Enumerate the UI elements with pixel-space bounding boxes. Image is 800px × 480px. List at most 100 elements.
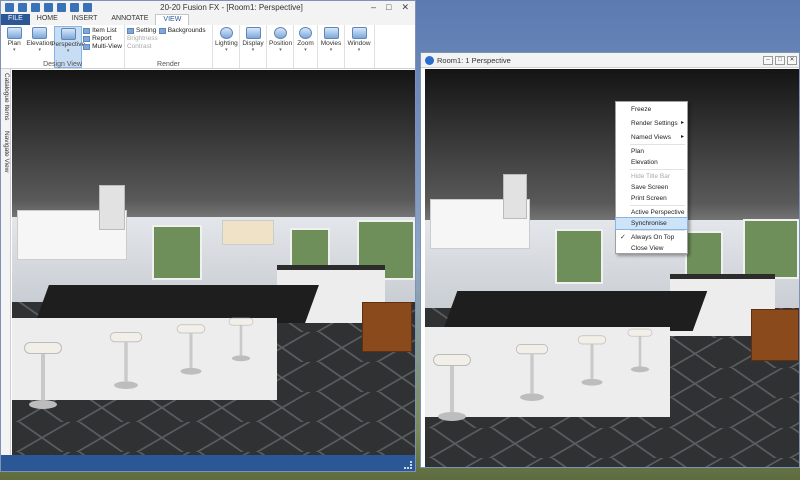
- zoom-button[interactable]: Zoom ▾: [296, 26, 315, 68]
- main-app-window: 20-20 Fusion FX - [Room1: Perspective] –…: [0, 0, 416, 472]
- plan-icon: [6, 27, 22, 39]
- window-icon: [351, 27, 367, 39]
- magnifier-icon: [299, 27, 312, 39]
- menu-item-render-settings[interactable]: Render Settings ▸: [616, 118, 687, 129]
- chevron-down-icon: ▾: [225, 47, 228, 53]
- close-button[interactable]: ✕: [401, 2, 409, 13]
- report-icon: [83, 35, 91, 42]
- side-panel-tabs: Catalogue Items Navigate View: [1, 69, 11, 455]
- backgrounds-button[interactable]: Backgrounds: [158, 27, 206, 34]
- zoom-group: Zoom ▾: [294, 25, 318, 68]
- menu-separator: [630, 169, 685, 170]
- contrast-slider[interactable]: Contrast: [127, 43, 158, 50]
- kitchen-render: [425, 69, 799, 467]
- render-group-label: Render: [157, 61, 180, 68]
- navigate-view-tab[interactable]: Navigate View: [2, 131, 10, 172]
- chevron-down-icon: ▾: [251, 47, 255, 53]
- movies-group: Movies ▾: [318, 25, 345, 68]
- submenu-arrow-icon: ▸: [680, 134, 684, 140]
- menu-item-always-on-top[interactable]: ✓ Always On Top: [616, 232, 687, 243]
- checkmark-icon: ✓: [620, 234, 626, 241]
- main-perspective-viewport[interactable]: [12, 70, 415, 456]
- multi-view-button[interactable]: Multi-View: [83, 43, 122, 50]
- perspective-view-window: Room1: 1 Perspective – □ ✕: [420, 52, 800, 468]
- chevron-down-icon: ▾: [357, 47, 361, 53]
- window-title: 20-20 Fusion FX - [Room1: Perspective]: [160, 3, 303, 12]
- menu-item-freeze[interactable]: Freeze: [616, 104, 687, 115]
- submenu-arrow-icon: ▸: [680, 120, 684, 126]
- chevron-down-icon: ▾: [38, 47, 42, 53]
- quick-access-toolbar: [1, 3, 92, 12]
- position-button[interactable]: Position ▾: [269, 26, 292, 68]
- position-group: Position ▾: [267, 25, 294, 68]
- report-button[interactable]: Report: [83, 35, 122, 42]
- menu-item-active-perspective[interactable]: Active Perspective: [616, 207, 687, 218]
- app-logo-icon[interactable]: [5, 3, 14, 12]
- display-group: Display ▾: [240, 25, 267, 68]
- resize-grip-icon[interactable]: [404, 461, 412, 469]
- view-window-title: Room1: 1 Perspective: [437, 55, 511, 65]
- setting-button[interactable]: Setting: [127, 27, 158, 34]
- bar-stool: [515, 344, 549, 401]
- view-close-button[interactable]: ✕: [787, 55, 797, 65]
- menu-item-hide-title-bar[interactable]: Hide Title Bar: [616, 171, 687, 182]
- menu-separator: [630, 205, 685, 206]
- elevation-icon: [32, 27, 48, 39]
- lighting-group: Lighting ▾: [213, 25, 240, 68]
- new-file-icon[interactable]: [57, 3, 66, 12]
- tab-file[interactable]: FILE: [1, 14, 30, 25]
- tab-home[interactable]: HOME: [30, 14, 65, 25]
- chevron-down-icon: ▾: [66, 48, 70, 54]
- position-icon: [274, 27, 288, 39]
- render-group: Setting Brightness Contrast Backgrounds …: [125, 25, 213, 68]
- bar-stool: [109, 332, 143, 389]
- monitor-icon: [245, 27, 261, 39]
- redo-icon[interactable]: [44, 3, 53, 12]
- save-icon[interactable]: [18, 3, 27, 12]
- maximize-button[interactable]: □: [386, 2, 391, 13]
- menu-separator: [630, 230, 685, 231]
- menu-item-synchronise[interactable]: Synchronise: [615, 217, 688, 230]
- design-view-group: Plan ▾ Elevation ▾ Perspective ▾ Item Li…: [1, 25, 125, 68]
- movies-button[interactable]: Movies ▾: [320, 26, 342, 68]
- catalogue-items-tab[interactable]: Catalogue Items: [2, 73, 10, 120]
- design-view-group-label: Design View: [43, 61, 82, 68]
- window-button[interactable]: Window ▾: [347, 26, 371, 68]
- camera-icon: [323, 27, 339, 39]
- menu-item-plan[interactable]: Plan: [616, 146, 687, 157]
- status-bar: [1, 455, 415, 471]
- tab-view[interactable]: VIEW: [155, 14, 190, 25]
- view-window-title-bar[interactable]: Room1: 1 Perspective – □ ✕: [421, 53, 799, 68]
- title-bar: 20-20 Fusion FX - [Room1: Perspective] –…: [1, 1, 415, 14]
- undo-icon[interactable]: [31, 3, 40, 12]
- bar-stool: [176, 324, 206, 375]
- item-list-button[interactable]: Item List: [83, 27, 122, 34]
- customize-toolbar-icon[interactable]: [83, 3, 92, 12]
- chevron-down-icon: ▾: [12, 47, 16, 53]
- backgrounds-icon: [158, 27, 166, 34]
- minimize-button[interactable]: –: [371, 2, 376, 13]
- tab-insert[interactable]: INSERT: [65, 14, 105, 25]
- chevron-down-icon: ▾: [279, 47, 282, 53]
- setting-icon: [127, 27, 134, 34]
- view-window-icon: [425, 55, 434, 65]
- menu-item-elevation[interactable]: Elevation: [616, 157, 687, 168]
- lighting-button[interactable]: Lighting ▾: [215, 26, 238, 68]
- secondary-perspective-viewport[interactable]: [425, 69, 799, 467]
- bar-stool: [577, 335, 607, 386]
- view-minimize-button[interactable]: –: [763, 55, 773, 65]
- brightness-slider[interactable]: Brightness: [127, 35, 158, 42]
- menu-item-named-views[interactable]: Named Views ▸: [616, 132, 687, 143]
- menu-item-print-screen[interactable]: Print Screen: [616, 193, 687, 204]
- tab-annotate[interactable]: ANNOTATE: [104, 14, 155, 25]
- view-context-menu: Freeze Render Settings ▸ Named Views ▸ Pla…: [615, 101, 688, 254]
- ribbon-tabs: FILE HOME INSERT ANNOTATE VIEW: [1, 14, 415, 25]
- view-maximize-button[interactable]: □: [775, 55, 785, 65]
- bar-stool: [433, 354, 471, 421]
- multi-view-icon: [83, 43, 91, 50]
- menu-item-close-view[interactable]: Close View: [616, 243, 687, 254]
- menu-item-save-screen[interactable]: Save Screen: [616, 182, 687, 193]
- ribbon: Plan ▾ Elevation ▾ Perspective ▾ Item Li…: [1, 25, 415, 69]
- open-file-icon[interactable]: [70, 3, 79, 12]
- display-button[interactable]: Display ▾: [242, 26, 264, 68]
